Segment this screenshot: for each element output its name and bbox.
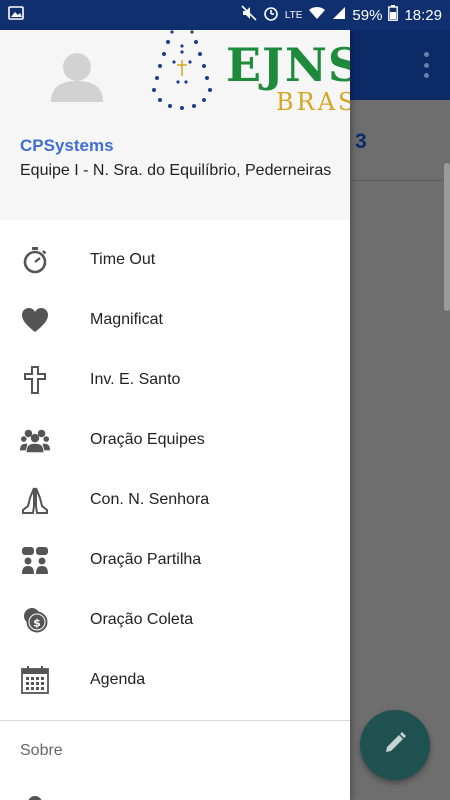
wifi-icon	[308, 6, 326, 24]
cross-icon	[20, 365, 50, 395]
menu-label: Agenda	[90, 671, 146, 688]
menu-label: Inv. E. Santo	[90, 371, 181, 388]
stopwatch-icon	[20, 245, 50, 275]
alarm-icon	[263, 5, 279, 25]
image-notification-icon	[8, 6, 24, 24]
person-icon	[22, 795, 48, 800]
menu-label: Time Out	[90, 251, 156, 268]
calendar-icon	[20, 665, 50, 695]
menu-item-oracao-equipes[interactable]: Oração Equipes	[0, 410, 350, 470]
menu-label: Oração Equipes	[90, 431, 205, 448]
drawer-menu: Time Out Magnificat Inv. E. Santo Oração…	[0, 220, 350, 800]
menu-label: Oração Partilha	[90, 551, 202, 568]
menu-item-magnificat[interactable]: Magnificat	[0, 290, 350, 350]
svg-text:$: $	[33, 617, 41, 630]
section-label-sobre: Sobre	[20, 742, 63, 759]
scrollbar[interactable]	[444, 163, 450, 311]
menu-item-inv-e-santo[interactable]: Inv. E. Santo	[0, 350, 350, 410]
group-icon	[20, 425, 50, 455]
app-page-title: 3	[355, 130, 367, 153]
menu-item-about[interactable]	[0, 781, 350, 800]
overflow-menu-icon[interactable]	[422, 52, 430, 78]
logo-subtext: BRASIL	[276, 88, 350, 116]
heart-icon	[20, 305, 50, 335]
avatar[interactable]	[48, 50, 106, 102]
user-name: CPSystems	[20, 136, 114, 155]
menu-item-oracao-coleta[interactable]: $ Oração Coleta	[0, 590, 350, 650]
app-divider	[350, 180, 450, 181]
logo-text: EJNS	[226, 38, 350, 92]
menu-item-time-out[interactable]: Time Out	[0, 230, 350, 290]
network-label: LTE	[284, 9, 303, 21]
coins-icon: $	[20, 605, 50, 635]
edit-fab-button[interactable]	[360, 710, 430, 780]
mute-icon	[241, 5, 257, 25]
signal-icon	[332, 6, 346, 24]
menu-item-con-n-senhora[interactable]: Con. N. Senhora	[0, 470, 350, 530]
menu-item-agenda[interactable]: Agenda	[0, 650, 350, 710]
menu-label: Con. N. Senhora	[90, 491, 210, 508]
drawer-header: EJNS BRASIL CPSystems Equipe I - N. Sra.…	[0, 30, 350, 220]
menu-item-oracao-partilha[interactable]: Oração Partilha	[0, 530, 350, 590]
status-bar: LTE 59% 18:29	[0, 0, 450, 30]
pencil-icon	[382, 730, 408, 761]
user-team: Equipe I - N. Sra. do Equilíbrio, Pedern…	[20, 162, 332, 179]
menu-label: Oração Coleta	[90, 611, 194, 628]
menu-label: Magnificat	[90, 311, 163, 328]
battery-icon	[388, 5, 399, 25]
chat-people-icon	[20, 545, 50, 575]
clock: 18:29	[404, 6, 442, 24]
ejns-logo: EJNS BRASIL	[148, 30, 350, 122]
praying-hands-icon	[20, 485, 50, 515]
navigation-drawer: EJNS BRASIL CPSystems Equipe I - N. Sra.…	[0, 30, 350, 800]
battery-percent: 59%	[352, 6, 383, 24]
